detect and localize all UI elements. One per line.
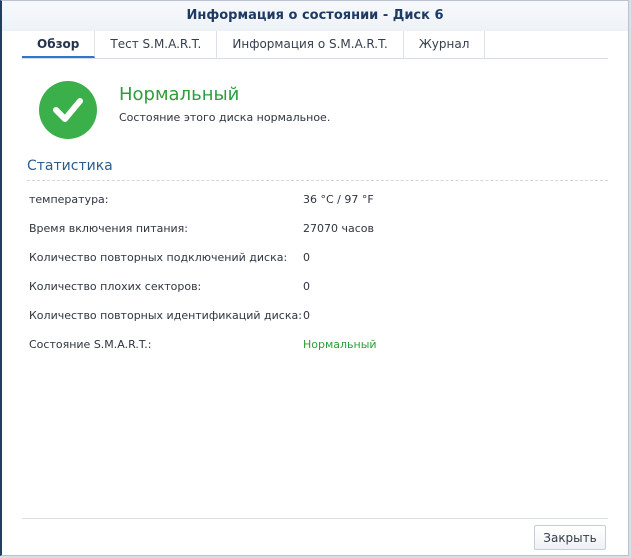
section-divider — [27, 180, 608, 181]
stat-label: Количество плохих секторов: — [29, 280, 202, 293]
stat-row-temperature: температура: 36 °C / 97 °F — [29, 193, 609, 213]
tab-smart-info[interactable]: Информация о S.M.A.R.T. — [217, 31, 404, 58]
footer-divider — [22, 518, 608, 519]
stat-row-reconnections: Количество повторных подключений диска: … — [29, 251, 609, 271]
stat-value: 0 — [303, 309, 310, 322]
stat-row-smart-status: Состояние S.M.A.R.T.: Нормальный — [29, 338, 609, 358]
stat-row-reidentifications: Количество повторных идентификаций диска… — [29, 309, 609, 329]
statistics-title: Статистика — [27, 158, 113, 174]
stat-value: 0 — [303, 251, 310, 264]
tab-bar: Обзор Тест S.M.A.R.T. Информация о S.M.A… — [22, 31, 608, 59]
close-button[interactable]: Закрыть — [534, 525, 606, 550]
tab-overview[interactable]: Обзор — [22, 31, 96, 58]
stat-label: Состояние S.M.A.R.T.: — [29, 338, 152, 351]
stat-label: Время включения питания: — [29, 222, 189, 235]
stat-row-bad-sectors: Количество плохих секторов: 0 — [29, 280, 609, 300]
status-description: Состояние этого диска нормальное. — [119, 111, 331, 124]
stat-value: 0 — [303, 280, 310, 293]
check-circle-icon — [39, 81, 97, 139]
dialog-title: Информация о состоянии - Диск 6 — [2, 1, 628, 31]
stat-label: температура: — [29, 193, 109, 206]
stat-label: Количество повторных идентификаций диска… — [29, 309, 302, 322]
status-dialog: Информация о состоянии - Диск 6 Обзор Те… — [0, 0, 629, 556]
tab-smart-test[interactable]: Тест S.M.A.R.T. — [95, 31, 218, 58]
stat-label: Количество повторных подключений диска: — [29, 251, 288, 264]
stat-value: 36 °C / 97 °F — [303, 193, 374, 206]
stat-row-power-on-time: Время включения питания: 27070 часов — [29, 222, 609, 242]
checkmark-icon — [53, 98, 83, 122]
tab-log[interactable]: Журнал — [404, 31, 486, 58]
stat-value: Нормальный — [303, 338, 377, 351]
stat-value: 27070 часов — [303, 222, 374, 235]
status-title: Нормальный — [119, 84, 240, 105]
